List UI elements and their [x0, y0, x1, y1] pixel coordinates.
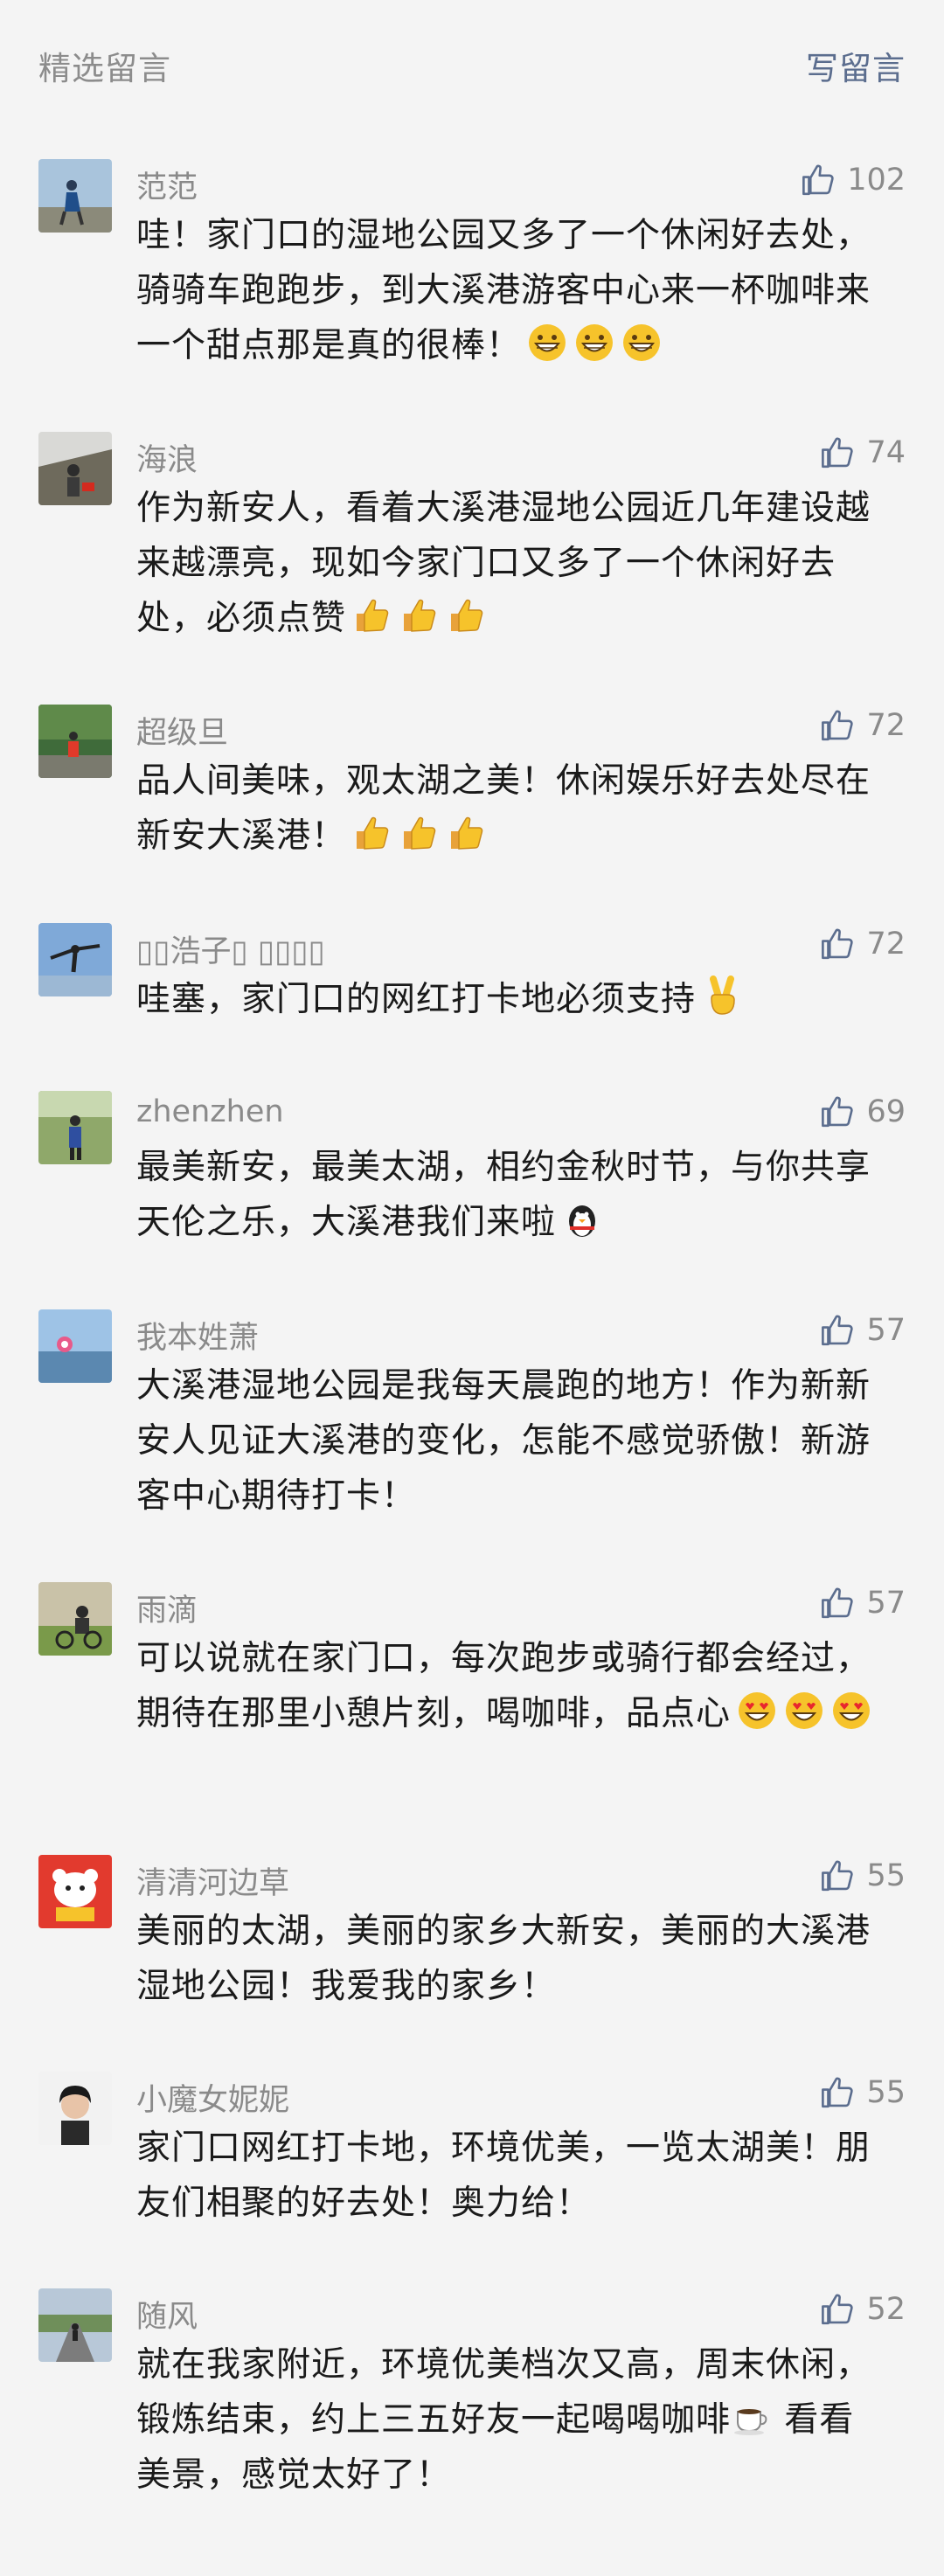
- like-count: 69: [866, 1094, 906, 1129]
- thumbs-up-emoji: [404, 816, 436, 850]
- comment-nickname: 小魔女妮妮: [136, 2083, 290, 2118]
- avatar[interactable]: [38, 2288, 112, 2362]
- comment-text: 最美新安，最美太湖，相约金秋时节，与你共享天伦之乐，大溪港我们来啦: [136, 1140, 888, 1250]
- comment-body: 作为新安人，看着大溪港湿地公园近几年建设越来越漂亮，现如今家门口又多了一个休闲好…: [136, 489, 871, 638]
- write-comment-button[interactable]: 写留言: [806, 42, 906, 89]
- comment-text: 美丽的太湖，美丽的家乡大新安，美丽的大溪港湿地公园！我爱我的家乡！: [136, 1904, 888, 2014]
- avatar[interactable]: [38, 1855, 112, 1928]
- comment-nickname: 清清河边草: [136, 1866, 290, 1901]
- thumbs-up-emoji: [404, 599, 436, 632]
- comment-nickname: 超级旦: [136, 716, 229, 751]
- comment-nickname: ▯▯浩子▯ ▯▯▯▯: [136, 934, 325, 969]
- avatar[interactable]: [38, 1582, 112, 1656]
- thumbs-up-emoji: [357, 599, 389, 632]
- thumbs-up-icon: [822, 1587, 854, 1619]
- thumbs-up-icon: [822, 2294, 854, 2325]
- comment-body: 大溪港湿地公园是我每天晨跑的地方！作为新新安人见证大溪港的变化，怎能不感觉骄傲！…: [136, 1366, 871, 1516]
- like-button[interactable]: 69: [819, 1093, 906, 1131]
- comment-text: 大溪港湿地公园是我每天晨跑的地方！作为新新安人见证大溪港的变化，怎能不感觉骄傲！…: [136, 1358, 888, 1524]
- comment-body: 哇塞，家门口的网红打卡地必须支持: [136, 980, 697, 1019]
- comment-nickname: 随风: [136, 2300, 198, 2335]
- comment-nickname: 海浪: [136, 443, 198, 478]
- thumbs-up-emoji: [451, 599, 483, 632]
- grinning-face-emoji: [576, 324, 614, 361]
- comment-nickname: 雨滴: [136, 1594, 198, 1628]
- comment-body: 家门口网红打卡地，环境优美，一览太湖美！朋友们相聚的好去处！奥力给！: [136, 2128, 871, 2223]
- thumbs-up-emoji: [451, 816, 483, 850]
- like-button[interactable]: 57: [819, 1584, 906, 1622]
- thumbs-up-icon: [802, 164, 834, 196]
- like-count: 72: [866, 927, 906, 962]
- comment-text: 可以说就在家门口，每次跑步或骑行都会经过，期待在那里小憩片刻，喝咖啡，品点心: [136, 1631, 888, 1741]
- comment-text: 品人间美味，观太湖之美！休闲娱乐好去处尽在新安大溪港！: [136, 753, 888, 864]
- thumbs-up-icon: [822, 928, 854, 960]
- avatar[interactable]: [38, 1309, 112, 1383]
- like-button[interactable]: 55: [819, 1857, 906, 1895]
- like-button[interactable]: 72: [819, 925, 906, 963]
- like-count: 57: [866, 1313, 906, 1348]
- like-count: 74: [866, 435, 906, 470]
- comment-body: 美丽的太湖，美丽的家乡大新安，美丽的大溪港湿地公园！我爱我的家乡！: [136, 1912, 871, 2006]
- like-button[interactable]: 72: [819, 706, 906, 745]
- avatar[interactable]: [38, 923, 112, 996]
- comment-nickname: 我本姓萧: [136, 1321, 260, 1356]
- like-button[interactable]: 74: [819, 434, 906, 472]
- like-count: 55: [866, 2075, 906, 2110]
- thumbs-up-emoji: [357, 816, 389, 850]
- thumbs-up-icon: [822, 1096, 854, 1128]
- comment-text: 就在我家附近，环境优美档次又高，周末休闲，锻炼结束，约上三五好友一起喝喝咖啡 看…: [136, 2337, 888, 2503]
- like-count: 102: [847, 163, 906, 198]
- thumbs-up-icon: [822, 710, 854, 741]
- thumbs-up-icon: [822, 437, 854, 469]
- thumbs-up-icon: [822, 1315, 854, 1346]
- grinning-face-emoji: [623, 324, 661, 361]
- heart-eyes-emoji: [739, 1692, 776, 1729]
- like-count: 52: [866, 2292, 906, 2327]
- comment-nickname: zhenzhen: [136, 1094, 284, 1129]
- comment-text: 哇塞，家门口的网红打卡地必须支持: [136, 972, 888, 1027]
- comment-text: 作为新安人，看着大溪港湿地公园近几年建设越来越漂亮，现如今家门口又多了一个休闲好…: [136, 481, 888, 646]
- like-button[interactable]: 55: [819, 2073, 906, 2112]
- like-count: 57: [866, 1586, 906, 1621]
- thumbs-up-icon: [822, 2077, 854, 2108]
- comment-text: 家门口网红打卡地，环境优美，一览太湖美！朋友们相聚的好去处！奥力给！: [136, 2121, 888, 2231]
- like-count: 72: [866, 708, 906, 743]
- grinning-face-emoji: [529, 324, 566, 361]
- avatar[interactable]: [38, 705, 112, 778]
- like-button[interactable]: 102: [800, 161, 906, 199]
- avatar[interactable]: [38, 2072, 112, 2145]
- victory-hand-emoji: [710, 976, 735, 1015]
- comment-text: 哇！家门口的湿地公园又多了一个休闲好去处，骑骑车跑跑步，到大溪港游客中心来一杯咖…: [136, 208, 888, 373]
- comment-body: 哇！家门口的湿地公园又多了一个休闲好去处，骑骑车跑跑步，到大溪港游客中心来一杯咖…: [136, 216, 871, 365]
- avatar[interactable]: [38, 159, 112, 233]
- coffee-emoji: [734, 2409, 767, 2435]
- like-button[interactable]: 52: [819, 2290, 906, 2329]
- penguin-emoji: [569, 1205, 596, 1237]
- heart-eyes-emoji: [786, 1692, 823, 1729]
- avatar[interactable]: [38, 1091, 112, 1164]
- avatar[interactable]: [38, 432, 112, 505]
- comment-body: 品人间美味，观太湖之美！休闲娱乐好去处尽在新安大溪港！: [136, 761, 871, 856]
- heart-eyes-emoji: [833, 1692, 871, 1729]
- like-button[interactable]: 57: [819, 1311, 906, 1350]
- comment-body: 最美新安，最美太湖，相约金秋时节，与你共享天伦之乐，大溪港我们来啦: [136, 1148, 871, 1242]
- thumbs-up-icon: [822, 1860, 854, 1892]
- comment-nickname: 范范: [136, 170, 198, 205]
- featured-comments-title: 精选留言: [38, 50, 171, 87]
- like-count: 55: [866, 1858, 906, 1893]
- comments-header: 精选留言 写留言: [0, 0, 944, 131]
